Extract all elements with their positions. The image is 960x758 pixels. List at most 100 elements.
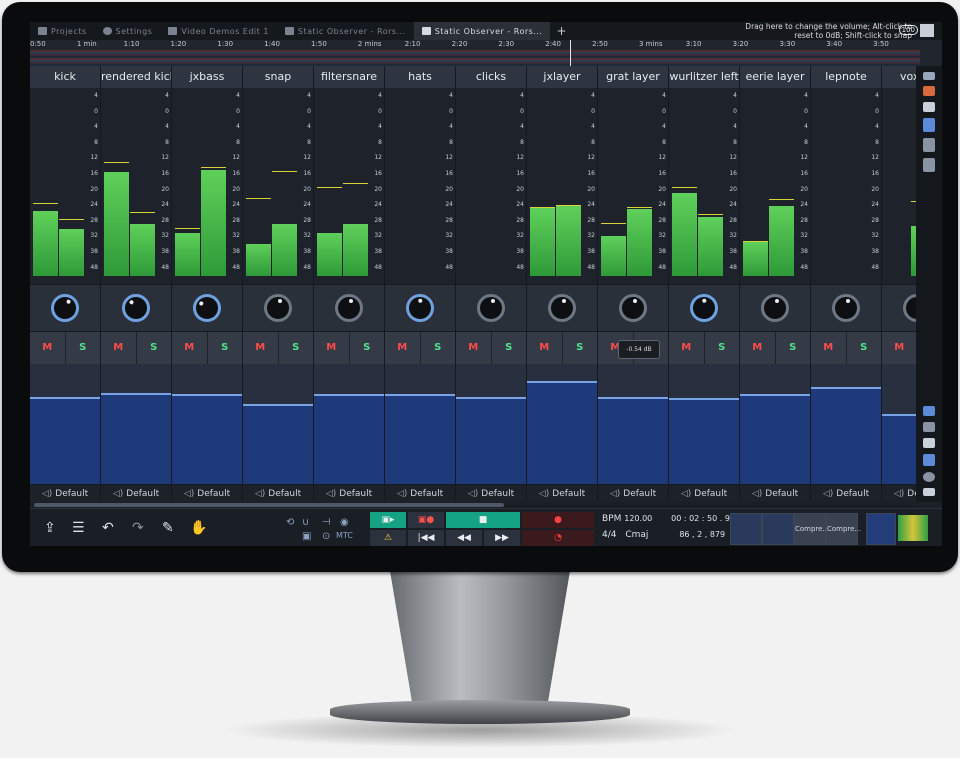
volume-fader[interactable] [243, 364, 313, 484]
loop-icon[interactable]: ⟲ [286, 517, 294, 528]
mute-button[interactable]: M [882, 332, 918, 364]
sidebar-grid-icon[interactable] [923, 422, 935, 432]
record-button[interactable]: ● [522, 512, 594, 528]
solo-button[interactable]: S [705, 332, 740, 364]
channel-name[interactable]: kick [30, 66, 100, 88]
mute-button[interactable]: M [811, 332, 847, 364]
channel-name[interactable]: eerie layer [740, 66, 810, 88]
solo-button[interactable]: S [208, 332, 243, 364]
stop-button[interactable]: ■ [446, 512, 520, 528]
preset-selector[interactable]: ◁)Default [172, 484, 242, 503]
mute-button[interactable]: M [385, 332, 421, 364]
solo-button[interactable]: S [66, 332, 101, 364]
mute-button[interactable]: M [30, 332, 66, 364]
pan-knob[interactable] [403, 291, 437, 325]
sidebar-add-icon[interactable] [923, 72, 935, 80]
solo-button[interactable]: S [137, 332, 172, 364]
playhead[interactable] [570, 40, 571, 66]
channel-name[interactable]: jxbass [172, 66, 242, 88]
play-record-mode-button[interactable]: ▣▸ [370, 512, 406, 528]
snap-icon[interactable]: ∪ [302, 517, 309, 528]
sidebar-record-icon[interactable] [923, 472, 935, 482]
add-tab-button[interactable]: + [550, 24, 573, 38]
volume-fader[interactable] [598, 364, 668, 484]
key-signature[interactable]: Cmaj [625, 530, 648, 540]
channel-name[interactable]: rendered kick 2 [101, 66, 171, 88]
pan-knob[interactable] [48, 291, 82, 325]
channel-name[interactable]: lepnote [811, 66, 881, 88]
pan-knob[interactable] [687, 291, 721, 325]
pan-knob[interactable] [548, 294, 576, 322]
channel-name[interactable]: snap [243, 66, 313, 88]
channel-name[interactable]: filtersnare [314, 66, 384, 88]
compressor-2[interactable]: Compre... [826, 513, 861, 545]
sync-icon[interactable]: ⊙ [322, 531, 330, 542]
solo-button[interactable]: S [492, 332, 527, 364]
volume-fader[interactable] [669, 364, 739, 484]
fast-forward-button[interactable]: ▶▶ [484, 530, 520, 546]
punch-icon[interactable]: ⊣ [322, 517, 331, 528]
solo-button[interactable]: S [847, 332, 882, 364]
preset-selector[interactable]: ◁)Default [243, 484, 313, 503]
sidebar-meters-icon[interactable] [923, 118, 935, 132]
mute-button[interactable]: M [243, 332, 279, 364]
wrench-icon[interactable]: ✎ [162, 520, 174, 536]
mute-button[interactable]: M [740, 332, 776, 364]
mute-button[interactable]: M [101, 332, 137, 364]
timeline-overview[interactable]: 0:50 1 min 1:10 1:20 1:30 1:40 1:50 2 mins 2:10 2… [30, 40, 942, 66]
solo-button[interactable]: S [563, 332, 598, 364]
mute-button[interactable]: M [456, 332, 492, 364]
solo-button[interactable]: S [776, 332, 811, 364]
volume-fader[interactable] [456, 364, 526, 484]
mute-button[interactable]: M [527, 332, 563, 364]
volume-fader[interactable] [314, 364, 384, 484]
stopwatch-button[interactable]: ◔ [522, 530, 594, 546]
plugin-thumb-2[interactable] [762, 513, 794, 545]
pan-knob[interactable] [619, 294, 647, 322]
mtc-label[interactable]: MTC [336, 531, 353, 540]
midi-panic-icon[interactable]: ✋ [190, 520, 207, 536]
channel-name[interactable]: hats [385, 66, 455, 88]
channel-name[interactable]: clicks [456, 66, 526, 88]
sidebar-plugin-icon[interactable] [923, 86, 935, 96]
pan-knob[interactable] [188, 289, 226, 327]
preset-selector[interactable]: ◁)Default [101, 484, 171, 503]
warning-button[interactable]: ⚠ [370, 530, 406, 546]
pan-knob[interactable] [335, 294, 363, 322]
speaker-icon[interactable] [920, 24, 934, 37]
redo-icon[interactable]: ↷ [132, 520, 144, 536]
master-volume-readout[interactable]: 100 [898, 25, 918, 35]
volume-fader[interactable] [527, 364, 597, 484]
scrollbar-thumb[interactable] [34, 503, 504, 507]
volume-fader[interactable] [172, 364, 242, 484]
lock-icon[interactable]: ▣ [302, 531, 311, 542]
menu-icon[interactable]: ☰ [72, 520, 85, 536]
volume-fader[interactable] [740, 364, 810, 484]
preset-selector[interactable]: ◁)Default [314, 484, 384, 503]
preset-selector[interactable]: ◁)Default [456, 484, 526, 503]
mute-button[interactable]: M [172, 332, 208, 364]
sidebar-video-icon[interactable] [923, 488, 935, 496]
solo-button[interactable]: S [279, 332, 314, 364]
time-signature[interactable]: 4/4 [602, 530, 616, 540]
record-mode-button[interactable]: ▣● [408, 512, 444, 528]
solo-button[interactable]: S [421, 332, 456, 364]
preset-selector[interactable]: ◁)Default [811, 484, 881, 503]
preset-selector[interactable]: ◁)Default [527, 484, 597, 503]
sidebar-levels-icon[interactable] [923, 454, 935, 466]
preset-selector[interactable]: ◁)Default [740, 484, 810, 503]
sidebar-bars-icon[interactable] [923, 138, 935, 152]
pan-knob[interactable] [761, 294, 789, 322]
sidebar-tracks-icon[interactable] [923, 406, 935, 416]
pan-knob[interactable] [264, 294, 292, 322]
tab-static-observer-mixer[interactable]: Static Observer - Rors... [413, 22, 551, 40]
mute-button[interactable]: M [314, 332, 350, 364]
channel-name[interactable]: wurlitzer left [669, 66, 739, 88]
pan-knob[interactable] [832, 294, 860, 322]
bpm-value[interactable]: 120.00 [624, 514, 652, 523]
sidebar-window-icon[interactable] [923, 102, 935, 112]
sidebar-columns-icon[interactable] [923, 158, 935, 172]
preset-selector[interactable]: ◁)Default [598, 484, 668, 503]
sidebar-shield-icon[interactable] [923, 438, 935, 448]
channel-name[interactable]: grat layer [598, 66, 668, 88]
